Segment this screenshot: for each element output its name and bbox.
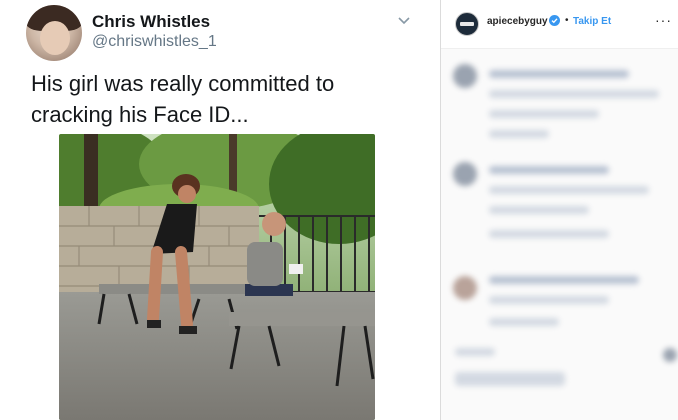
tweet-card: Chris Whistles @chriswhistles_1 His girl… xyxy=(0,0,440,420)
tweet-text: His girl was really committed to crackin… xyxy=(31,71,335,127)
more-options-icon[interactable]: ··· xyxy=(655,12,672,28)
blurred-comment-line xyxy=(489,230,609,238)
avatar-face xyxy=(40,21,70,55)
tweet-author-name[interactable]: Chris Whistles xyxy=(92,12,210,32)
blurred-comment-line xyxy=(489,70,629,78)
blurred-comment-line xyxy=(489,296,609,304)
verified-badge-icon xyxy=(549,15,560,26)
blurred-action-icon xyxy=(663,348,677,362)
blurred-footer-line xyxy=(455,348,495,356)
blurred-footer-line xyxy=(455,372,565,386)
blurred-comment-line xyxy=(489,186,649,194)
blurred-comment-line xyxy=(489,206,589,214)
blurred-comment-avatar xyxy=(453,276,477,300)
blurred-comment-line xyxy=(489,130,549,138)
tweet-author-avatar[interactable] xyxy=(26,5,82,61)
blurred-comment-line xyxy=(489,276,639,284)
blurred-comment-avatar xyxy=(453,162,477,186)
instagram-panel: apiecebyguy • Takip Et ··· xyxy=(441,0,678,420)
tweet-author-handle[interactable]: @chriswhistles_1 xyxy=(92,33,217,51)
chevron-down-icon[interactable] xyxy=(397,14,411,28)
blurred-comment-line xyxy=(489,90,659,98)
avatar-logo xyxy=(460,22,474,26)
instagram-post-header: apiecebyguy • Takip Et ··· xyxy=(441,0,678,49)
instagram-username[interactable]: apiecebyguy xyxy=(487,16,548,27)
header-separator: • xyxy=(565,15,569,26)
blurred-comment-line xyxy=(489,110,599,118)
tweet-media-image[interactable] xyxy=(59,134,375,420)
blurred-comment-line xyxy=(489,318,559,326)
instagram-avatar[interactable] xyxy=(455,12,479,36)
blurred-comment-avatar xyxy=(453,64,477,88)
follow-button[interactable]: Takip Et xyxy=(573,16,611,27)
blurred-comment-line xyxy=(489,166,609,174)
